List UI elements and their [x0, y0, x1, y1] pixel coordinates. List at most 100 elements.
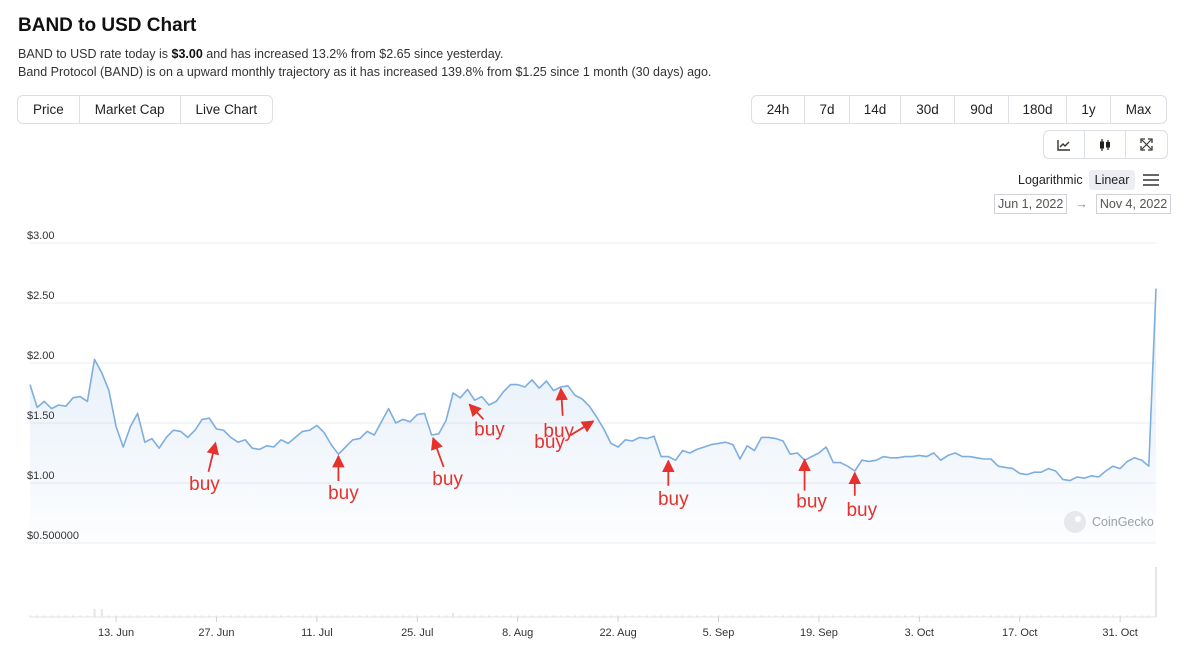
volume-bar: [136, 615, 139, 617]
volume-bar: [853, 615, 856, 617]
volume-bar: [502, 615, 505, 617]
volume-bar: [466, 615, 469, 617]
x-tick-label: 31. Oct: [1102, 627, 1137, 639]
volume-bar: [717, 615, 720, 617]
volume-bar: [344, 615, 347, 617]
volume-bar: [868, 615, 871, 617]
volume-bar: [1140, 615, 1143, 617]
volume-bar: [925, 615, 928, 617]
volume-bar: [624, 615, 627, 617]
volume-bar: [459, 615, 462, 617]
volume-bar: [566, 615, 569, 617]
volume-bar: [832, 615, 835, 617]
volume-bar: [236, 615, 239, 617]
volume-bar: [358, 615, 361, 617]
price-area: [29, 288, 1157, 543]
volume-bar: [437, 615, 440, 617]
volume-bar: [452, 613, 455, 617]
volume-bar: [64, 615, 67, 617]
volume-bar: [767, 615, 770, 617]
volume-bars: [29, 567, 1157, 617]
y-tick-label: $1.50: [27, 410, 55, 422]
volume-bar: [115, 615, 118, 617]
y-tick-label: $2.50: [27, 290, 55, 302]
x-tick-label: 13. Jun: [98, 627, 134, 639]
volume-bar: [444, 615, 447, 617]
x-tick-label: 3. Oct: [905, 627, 934, 639]
volume-bar: [882, 615, 885, 617]
volume-bar: [1155, 567, 1157, 617]
volume-bar: [165, 615, 168, 617]
coingecko-logo-icon: [1064, 511, 1086, 533]
volume-bar: [387, 615, 390, 617]
volume-bar: [409, 615, 412, 617]
volume-bar: [380, 615, 383, 617]
volume-bar: [559, 615, 562, 617]
volume-bar: [229, 615, 232, 617]
volume-bar: [997, 615, 1000, 617]
volume-bar: [430, 615, 433, 617]
volume-bar: [746, 615, 749, 617]
volume-bar: [688, 615, 691, 617]
volume-bar: [810, 615, 813, 617]
volume-bar: [315, 615, 318, 617]
volume-bar: [50, 615, 53, 617]
volume-bar: [1104, 615, 1107, 617]
volume-bar: [287, 615, 290, 617]
volume-bar: [150, 615, 153, 617]
volume-bar: [782, 615, 785, 617]
volume-bar: [588, 615, 591, 617]
volume-bar: [36, 615, 39, 617]
volume-bar: [1111, 615, 1114, 617]
volume-bar: [86, 615, 89, 617]
volume-bar: [366, 615, 369, 617]
volume-bar: [100, 609, 103, 617]
volume-bar: [93, 609, 96, 617]
volume-bar: [330, 615, 333, 617]
x-tick-label: 19. Sep: [800, 627, 838, 639]
y-tick-label: $0.500000: [27, 530, 79, 542]
volume-bar: [265, 615, 268, 617]
volume-bar: [968, 615, 971, 617]
volume-bar: [982, 615, 985, 617]
volume-bar: [29, 615, 31, 617]
volume-bar: [179, 615, 182, 617]
volume-bar: [1068, 615, 1071, 617]
buy-label: buy: [846, 500, 877, 521]
x-tick-label: 8. Aug: [502, 627, 533, 639]
buy-label: buy: [189, 474, 220, 495]
volume-bar: [1011, 615, 1014, 617]
volume-bar: [581, 615, 584, 617]
volume-bar: [695, 615, 698, 617]
volume-bar: [724, 615, 727, 617]
volume-bar: [43, 615, 46, 617]
volume-bar: [896, 615, 899, 617]
watermark-text: CoinGecko: [1092, 515, 1154, 529]
volume-bar: [1147, 615, 1150, 617]
volume-bar: [731, 615, 734, 617]
volume-bar: [416, 615, 419, 617]
volume-bar: [1119, 615, 1122, 617]
x-tick-label: 22. Aug: [599, 627, 636, 639]
volume-bar: [889, 615, 892, 617]
volume-bar: [817, 615, 820, 617]
volume-bar: [1061, 615, 1064, 617]
volume-bar: [523, 615, 526, 617]
volume-bar: [681, 615, 684, 617]
x-tick-label: 17. Oct: [1002, 627, 1037, 639]
price-chart[interactable]: $3.00 $2.50 $2.00 $1.50 $1.00 $0.500000 13. J…: [0, 0, 1200, 650]
volume-bar: [1025, 615, 1028, 617]
volume-bar: [710, 615, 713, 617]
volume-bar: [473, 615, 476, 617]
volume-bar: [1033, 615, 1036, 617]
volume-bar: [1083, 615, 1086, 617]
volume-bar: [645, 615, 648, 617]
volume-bar: [215, 615, 218, 617]
volume-bar: [918, 615, 921, 617]
volume-bar: [803, 615, 806, 617]
volume-bar: [939, 615, 942, 617]
buy-label: buy: [658, 489, 689, 510]
volume-bar: [860, 615, 863, 617]
volume-bar: [961, 615, 964, 617]
volume-bar: [538, 615, 541, 617]
